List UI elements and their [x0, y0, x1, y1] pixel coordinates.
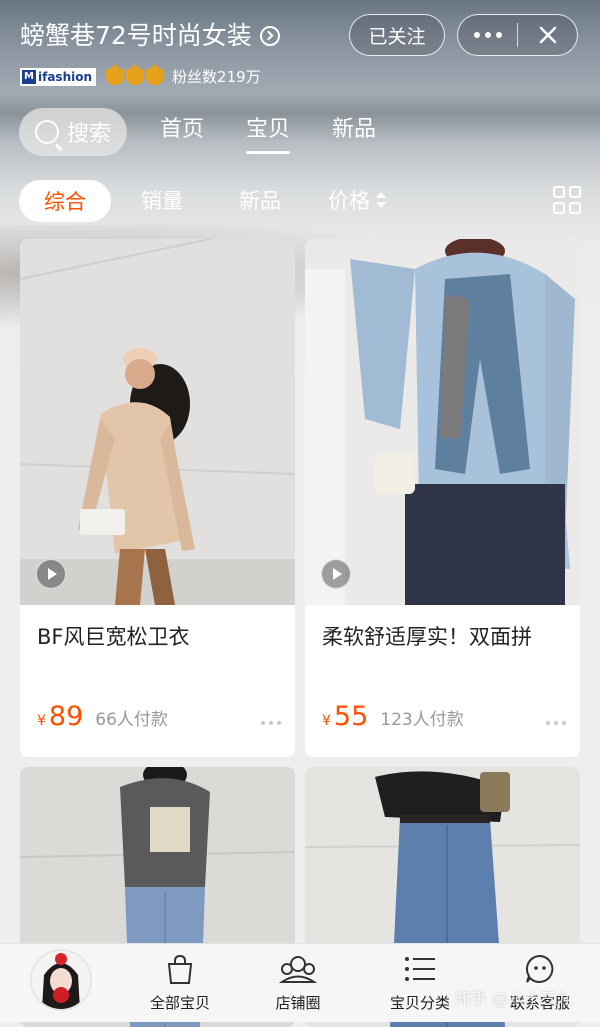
tab-store-circle[interactable]: 店铺圈 — [248, 952, 348, 1013]
grid-view-icon[interactable] — [553, 186, 581, 214]
close-button[interactable] — [518, 15, 577, 55]
product-price: 55 — [333, 701, 369, 732]
follow-button[interactable]: 已关注 — [349, 14, 445, 56]
paid-count: 123人付款 — [380, 710, 464, 730]
fans-count: 粉丝数219万 — [172, 68, 261, 86]
capsule-menu — [457, 14, 578, 56]
ifashion-badge-text: ifashion — [38, 69, 93, 84]
close-icon — [539, 26, 556, 44]
community-icon — [279, 956, 317, 983]
crown-icon — [106, 63, 125, 85]
ifashion-logo-icon — [22, 69, 36, 84]
sort-price[interactable]: 价格 — [328, 180, 386, 222]
product-price: 89 — [48, 701, 84, 732]
product-card[interactable]: BF风巨宽松卫衣 ¥ 89 66人付款 — [20, 239, 295, 757]
tab-new[interactable]: 新品 — [332, 112, 376, 152]
product-photo — [305, 239, 580, 605]
sort-arrows-icon — [376, 190, 386, 210]
crown-icon — [146, 63, 165, 85]
more-button[interactable] — [458, 15, 517, 55]
play-icon[interactable] — [321, 559, 351, 589]
product-title[interactable]: 柔软舒适厚实！双面拼 — [322, 621, 532, 651]
category-list-icon — [405, 957, 435, 981]
shopping-bag-icon — [167, 954, 193, 984]
tab-label: 店铺圈 — [275, 994, 321, 1012]
bottom-tab-bar: 全部宝贝 店铺圈 宝贝分类 联系客服 — [0, 943, 600, 1022]
watermark: 知乎 @八十三九 — [455, 989, 573, 1008]
sort-new[interactable]: 新品 — [239, 180, 281, 222]
customer-service-icon — [525, 954, 554, 983]
product-title[interactable]: BF风巨宽松卫衣 — [37, 621, 190, 651]
tab-products[interactable]: 宝贝 — [246, 112, 291, 154]
more-dots-icon — [473, 32, 502, 38]
currency-symbol: ¥ — [322, 713, 331, 729]
chevron-right-icon[interactable] — [259, 26, 280, 46]
crown-icon — [126, 63, 145, 85]
paid-count: 66人付款 — [95, 710, 168, 730]
more-options-icon[interactable] — [546, 721, 566, 725]
store-name[interactable]: 螃蟹巷72号时尚女装 — [20, 18, 252, 54]
tab-all-products[interactable]: 全部宝贝 — [130, 952, 230, 1013]
tab-home[interactable]: 首页 — [160, 112, 204, 152]
product-photo — [20, 239, 295, 605]
search-label: 搜索 — [66, 122, 111, 147]
price-row: ¥ 89 66人付款 — [37, 701, 168, 732]
product-card[interactable]: 柔软舒适厚实！双面拼 ¥ 55 123人付款 — [305, 239, 580, 757]
search-icon — [34, 120, 59, 144]
sort-sales[interactable]: 销量 — [141, 180, 183, 222]
product-image[interactable] — [20, 239, 295, 605]
tab-label: 全部宝贝 — [149, 994, 210, 1012]
sort-price-label: 价格 — [328, 189, 370, 213]
price-row: ¥ 55 123人付款 — [322, 701, 464, 732]
sort-comprehensive[interactable]: 综合 — [19, 180, 111, 222]
currency-symbol: ¥ — [37, 713, 46, 729]
search-button[interactable]: 搜索 — [19, 108, 127, 156]
store-meta: ifashion 粉丝数219万 — [20, 63, 261, 87]
play-icon[interactable] — [36, 559, 66, 589]
ifashion-badge: ifashion — [20, 67, 97, 86]
crown-rating — [106, 63, 165, 85]
store-avatar[interactable] — [30, 949, 92, 1011]
avatar-image — [32, 951, 90, 1009]
more-options-icon[interactable] — [261, 721, 281, 725]
store-header[interactable]: 螃蟹巷72号时尚女装 — [20, 18, 280, 54]
product-image[interactable] — [305, 239, 580, 605]
